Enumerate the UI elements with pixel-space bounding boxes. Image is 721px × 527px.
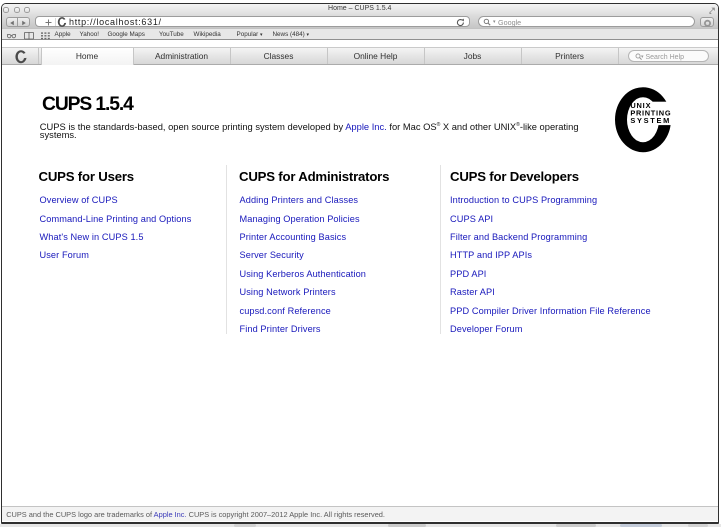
svg-text:SYSTEM: SYSTEM [630,116,669,125]
